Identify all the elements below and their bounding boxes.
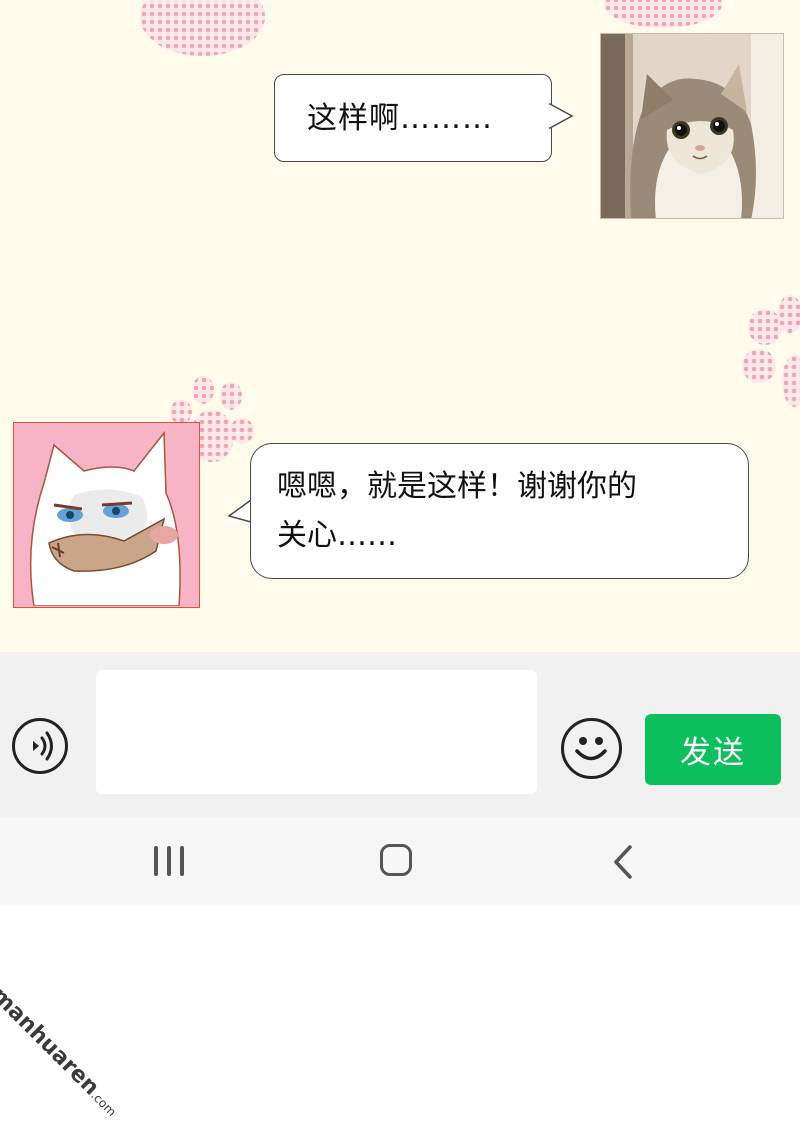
paw-print-decoration [604,0,724,30]
message-input[interactable] [96,670,537,794]
avatar-white-cat-drawing[interactable] [13,422,200,608]
home-icon[interactable] [380,844,412,876]
send-button[interactable]: 发送 [645,714,781,785]
smile-icon [575,737,607,761]
recent-apps-icon[interactable] [153,846,185,876]
message-bubble-outgoing: 这样啊……… [274,74,552,162]
voice-input-button[interactable] [12,718,68,774]
system-navigation-bar [0,817,800,905]
avatar-cat-photo[interactable] [600,33,784,219]
emoji-button[interactable] [561,718,622,779]
input-bar: 发送 [0,652,800,817]
watermark-suffix: .com [88,1088,119,1120]
site-watermark: manhuaren.com [0,983,125,1121]
white-cat-illustration [14,423,198,607]
paw-print-decoration [140,0,270,58]
watermark-brand: manhuaren [0,983,104,1101]
message-text-line-2: 关心…… [277,518,397,553]
chat-area: 这样啊……… 嗯嗯，就是这样！谢谢你的 关心…… [0,0,800,652]
message-text-line-1: 嗯嗯，就是这样！谢谢你的 [277,469,637,504]
voice-wave-icon [33,731,53,761]
bubble-tail [548,102,574,130]
back-icon[interactable] [610,845,636,879]
message-bubble-incoming: 嗯嗯，就是这样！谢谢你的 关心…… [250,443,749,579]
cat-photo-illustration [601,34,783,218]
paw-print-decoration [738,295,800,415]
message-text: 这样啊……… [307,101,493,136]
